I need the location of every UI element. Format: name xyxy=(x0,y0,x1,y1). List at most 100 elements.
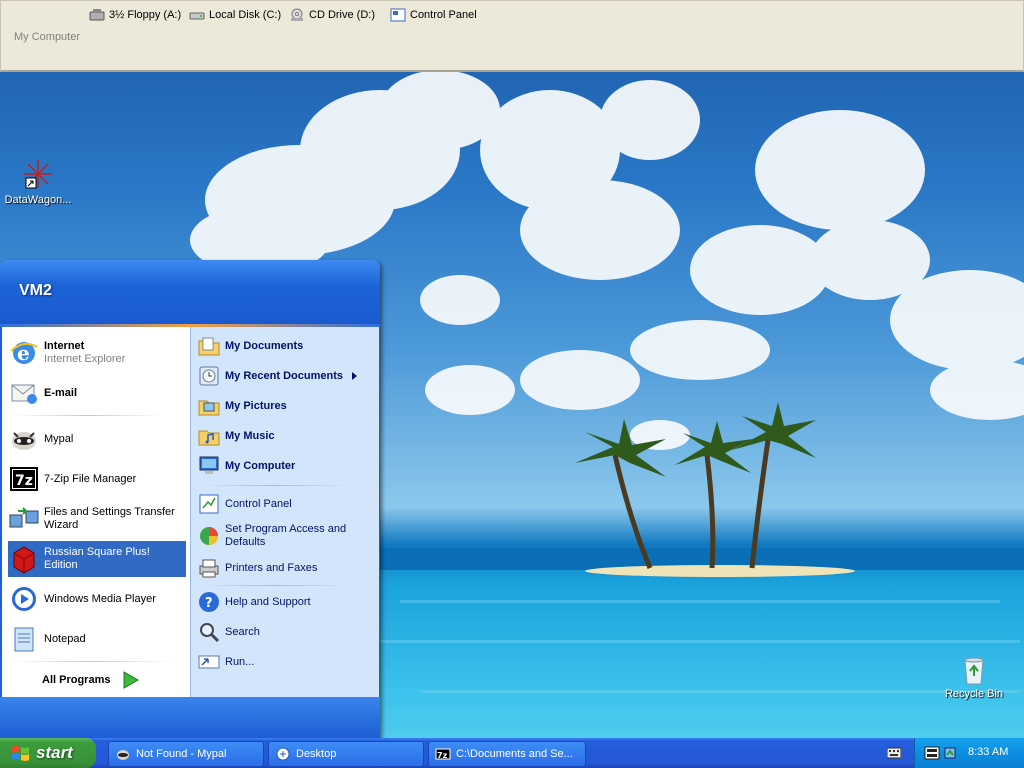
datawagon-shortcut-icon xyxy=(24,160,52,189)
transfer-wizard-icon xyxy=(9,507,39,528)
search-icon xyxy=(200,623,220,643)
start-button[interactable]: start xyxy=(0,738,96,768)
desktop-folder-icon xyxy=(276,747,290,761)
my-music-label: My Music xyxy=(225,429,275,442)
internet-explorer-icon: e xyxy=(10,341,38,365)
keyboard-icon[interactable] xyxy=(887,747,901,759)
start-item-internet[interactable]: e Internet Internet Explorer xyxy=(8,335,186,371)
control-panel-icon xyxy=(199,494,219,514)
my-music-icon xyxy=(198,430,220,446)
start-item-my-pictures[interactable]: My Pictures xyxy=(197,393,373,419)
network-status-icon[interactable] xyxy=(924,745,940,761)
search-label: Search xyxy=(225,625,260,638)
start-item-7zip[interactable]: 7z 7-Zip File Manager xyxy=(8,461,186,497)
my-computer-label: My Computer xyxy=(225,459,296,472)
start-label: start xyxy=(36,743,73,762)
taskbar: start Not Found - Mypal Desktop 7z C:\Do… xyxy=(0,738,1024,768)
start-item-mypal[interactable]: Mypal xyxy=(8,421,186,457)
safely-remove-hardware-icon[interactable] xyxy=(943,746,957,760)
program-access-label: Set Program Access and Defaults xyxy=(225,523,347,548)
start-item-russian-square[interactable]: Russian Square Plus! Edition xyxy=(8,541,186,577)
mypal-icon xyxy=(117,750,129,760)
cd-drive-label: CD Drive (D:) xyxy=(309,9,375,21)
local-disk-label: Local Disk (C:) xyxy=(209,9,282,21)
start-item-search[interactable]: Search xyxy=(197,619,373,645)
right-separator-2 xyxy=(199,585,349,586)
control-panel-label: Control Panel xyxy=(410,9,477,21)
datawagon-label: DataWagon... xyxy=(4,194,72,206)
local-disk-link[interactable]: Local Disk (C:) xyxy=(189,7,281,23)
taskbar-desktop-label: Desktop xyxy=(296,748,337,760)
start-item-printers[interactable]: Printers and Faxes xyxy=(197,555,373,581)
start-menu-left-panel: e Internet Internet Explorer E-mail Mypal… xyxy=(2,327,190,697)
russian-square-icon xyxy=(13,546,35,574)
taskbar-button-mypal[interactable]: Not Found - Mypal xyxy=(108,741,264,767)
start-item-notepad[interactable]: Notepad xyxy=(8,621,186,657)
all-programs-button[interactable]: All Programs xyxy=(42,667,152,693)
russian-square-label: Russian Square Plus! Edition xyxy=(44,546,150,571)
7zip-label: 7-Zip File Manager xyxy=(44,472,137,485)
right-separator-1 xyxy=(199,485,349,486)
start-item-control-panel[interactable]: Control Panel xyxy=(197,491,373,517)
control-panel-icon xyxy=(390,8,406,22)
left-all-programs-separator xyxy=(12,661,172,662)
start-item-my-music[interactable]: My Music xyxy=(197,423,373,449)
control-panel-link[interactable]: Control Panel xyxy=(390,7,477,23)
transfer-wizard-label: Files and Settings Transfer Wizard xyxy=(44,506,175,531)
floppy-drive-icon xyxy=(89,9,105,21)
my-documents-icon xyxy=(198,337,220,356)
start-item-recent-documents[interactable]: My Recent Documents xyxy=(197,363,373,389)
desktop-icon-recycle-bin[interactable]: Recycle Bin xyxy=(940,654,1008,700)
taskbar-button-7zip[interactable]: 7z C:\Documents and Se... xyxy=(428,741,586,767)
left-pinned-separator xyxy=(12,415,162,416)
run-label: Run... xyxy=(225,655,255,668)
start-item-help[interactable]: ? Help and Support xyxy=(197,589,373,615)
media-player-icon xyxy=(12,587,36,611)
my-pictures-icon xyxy=(198,400,220,416)
notepad-label: Notepad xyxy=(44,632,86,645)
internet-label: Internet xyxy=(44,340,85,352)
start-menu-right-panel: My Documents My Recent Documents My Pict… xyxy=(190,327,379,697)
svg-text:7z: 7z xyxy=(437,751,448,760)
notepad-icon xyxy=(14,627,34,652)
control-panel-menu-label: Control Panel xyxy=(225,497,292,510)
cd-drive-link[interactable]: CD Drive (D:) xyxy=(289,7,375,23)
svg-text:7z: 7z xyxy=(15,473,33,489)
system-tray: 8:33 AM xyxy=(914,738,1024,768)
email-label: E-mail xyxy=(44,386,78,399)
windows-logo-icon xyxy=(12,746,29,761)
floppy-drive-label: 3½ Floppy (A:) xyxy=(109,9,182,21)
toolbar-title: My Computer xyxy=(14,31,81,43)
start-item-run[interactable]: Run... xyxy=(197,649,373,675)
mypal-label: Mypal xyxy=(44,432,74,445)
svg-text:?: ? xyxy=(205,596,213,611)
start-item-my-computer[interactable]: My Computer xyxy=(197,453,373,479)
start-item-media-player[interactable]: Windows Media Player xyxy=(8,581,186,617)
cd-drive-icon xyxy=(291,8,303,21)
my-computer-address-toolbar: 3½ Floppy (A:) Local Disk (C:) CD Drive … xyxy=(0,0,1024,72)
submenu-arrow-icon xyxy=(351,372,357,380)
start-menu-header: VM2 xyxy=(0,260,380,324)
taskbar-7zip-label: C:\Documents and Se... xyxy=(456,748,573,760)
help-icon: ? xyxy=(199,592,219,612)
all-programs-arrow-icon xyxy=(123,671,140,689)
printers-label: Printers and Faxes xyxy=(225,561,318,574)
start-menu-footer xyxy=(0,697,380,738)
my-computer-icon xyxy=(199,456,219,474)
taskbar-button-desktop[interactable]: Desktop xyxy=(268,741,424,767)
my-documents-label: My Documents xyxy=(225,339,304,352)
run-icon xyxy=(198,655,220,669)
start-item-transfer-wizard[interactable]: Files and Settings Transfer Wizard xyxy=(8,501,186,537)
recent-documents-label: My Recent Documents xyxy=(225,369,343,382)
printer-icon xyxy=(199,559,219,578)
start-item-email[interactable]: E-mail xyxy=(8,375,186,411)
floppy-drive-link[interactable]: 3½ Floppy (A:) xyxy=(89,7,181,23)
start-item-my-documents[interactable]: My Documents xyxy=(197,333,373,359)
start-item-program-access[interactable]: Set Program Access and Defaults xyxy=(197,521,373,551)
email-icon xyxy=(11,384,37,404)
help-label: Help and Support xyxy=(225,595,311,608)
recycle-bin-icon xyxy=(964,657,984,685)
desktop-icon-datawagon[interactable]: DataWagon... xyxy=(0,158,76,206)
taskbar-clock[interactable]: 8:33 AM xyxy=(968,746,1008,758)
hard-disk-icon xyxy=(189,12,205,20)
